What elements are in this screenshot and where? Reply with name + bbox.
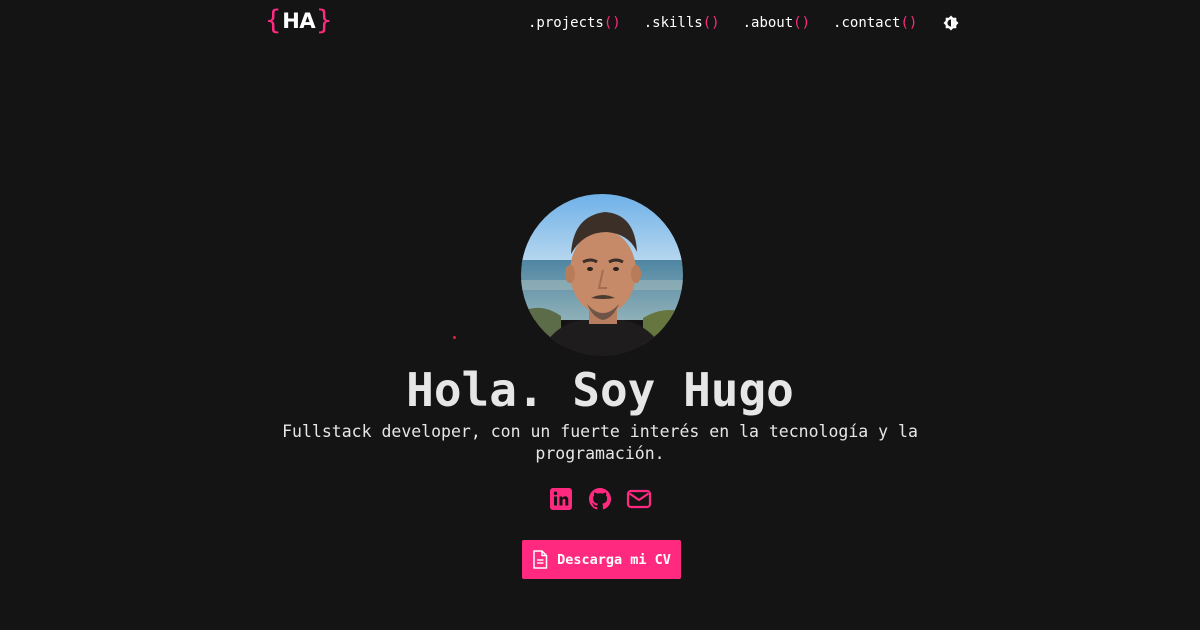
download-cv-button[interactable]: Descarga mi CV [522,540,681,579]
nav-skills-label: .skills [643,15,703,31]
document-icon [533,550,548,569]
profile-photo [521,194,683,356]
hero-subtitle-line2: programación. [535,444,665,463]
theme-toggle-button[interactable] [943,15,959,31]
logo-open-brace: { [265,5,282,36]
github-link[interactable] [587,486,613,512]
nav-about[interactable]: .about() [743,12,810,34]
nav-skills[interactable]: .skills() [644,12,720,34]
linkedin-icon [550,488,572,510]
nav-projects-label: .projects [528,15,604,31]
nav-about-parens: () [793,15,811,31]
hero-title: Hola. Soy Hugo [406,363,794,417]
logo-initials: HA [282,9,316,33]
brightness-icon [943,15,959,31]
github-icon [589,488,611,510]
main-nav: .projects() .skills() .about() .contact(… [528,12,959,34]
linkedin-link[interactable] [548,486,574,512]
email-link[interactable] [626,486,652,512]
logo[interactable]: { HA } [265,6,332,36]
nav-contact-label: .contact [833,15,901,31]
hero-subtitle: Fullstack developer, con un fuerte inter… [270,421,930,465]
profile-avatar [521,194,683,356]
social-links [548,486,665,512]
nav-skills-parens: () [702,15,720,31]
nav-contact-parens: () [900,15,918,31]
page: { HA } .projects() .skills() .about() .c… [0,0,1200,630]
nav-projects-parens: () [603,15,621,31]
logo-close-brace: } [316,5,333,36]
decorative-dot [453,336,456,339]
nav-contact[interactable]: .contact() [833,12,917,34]
nav-about-label: .about [742,15,794,31]
mail-icon [626,489,652,509]
nav-projects[interactable]: .projects() [528,12,621,34]
hero-subtitle-line1: Fullstack developer, con un fuerte inter… [282,422,918,441]
download-cv-label: Descarga mi CV [557,551,671,568]
